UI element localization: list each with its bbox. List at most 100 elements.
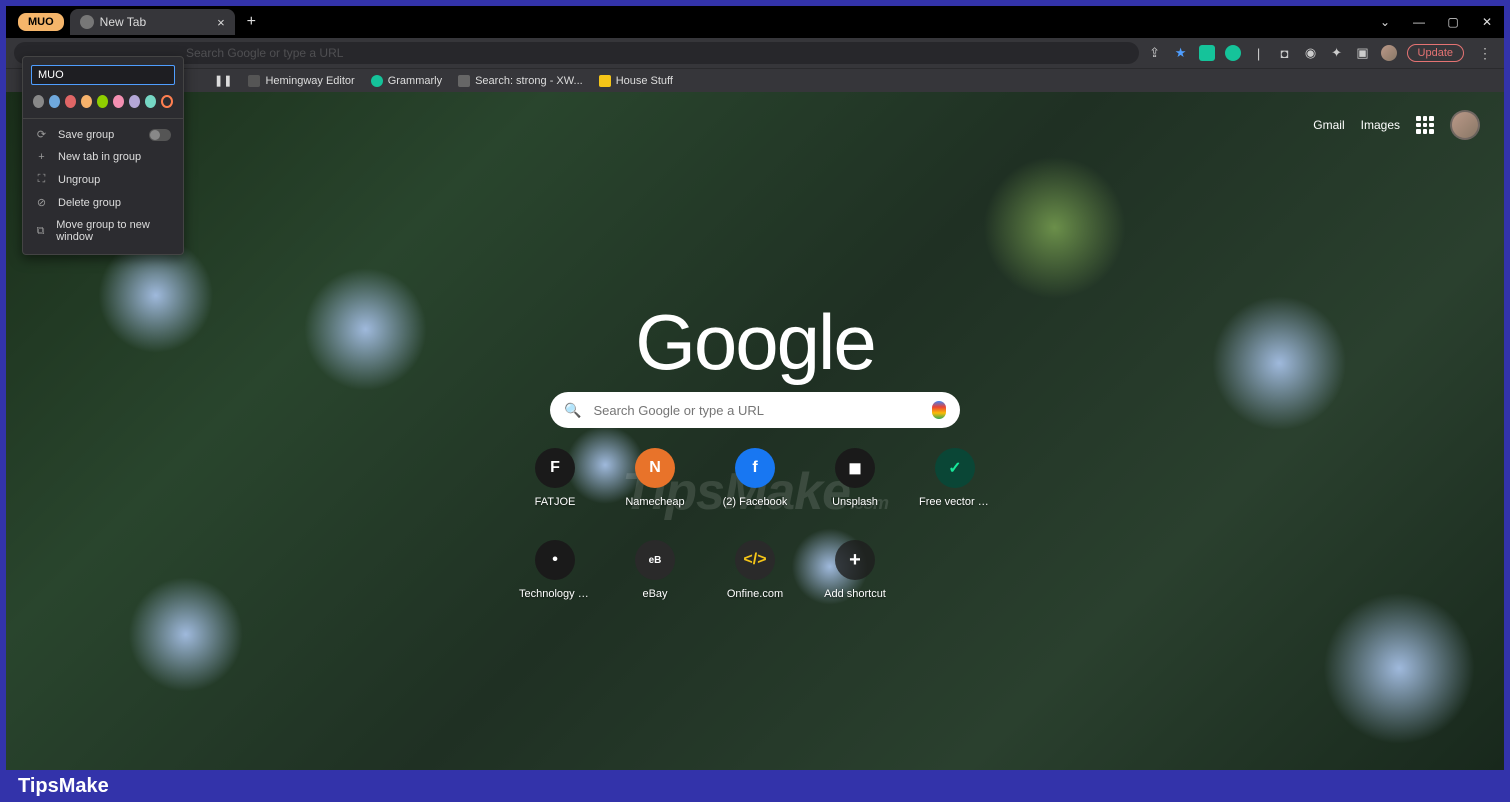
mic-icon[interactable] <box>932 401 946 419</box>
favicon-icon <box>80 15 94 29</box>
menu-label: Delete group <box>58 197 121 209</box>
new-tab-button[interactable]: + <box>247 13 256 31</box>
plus-icon: + <box>35 151 48 163</box>
shortcut-icon: • <box>535 540 575 580</box>
bookmark-item[interactable]: House Stuff <box>599 75 673 87</box>
titlebar: MUO New Tab × + ⌄ — ▢ ✕ <box>6 6 1504 38</box>
extensions-puzzle-icon[interactable]: ✦ <box>1329 45 1345 61</box>
search-box[interactable]: 🔍 <box>550 392 960 428</box>
shortcut-icon: F <box>535 448 575 488</box>
bookmarks-bar: ❚❚ Hemingway Editor Grammarly Search: st… <box>6 68 1504 92</box>
move-group-item[interactable]: ⧉ Move group to new window <box>23 214 183 248</box>
shortcut-item[interactable]: ✓Free vector ic... <box>919 448 991 508</box>
shortcut-icon: ◼ <box>835 448 875 488</box>
shortcut-label: eBay <box>642 588 667 600</box>
gmail-link[interactable]: Gmail <box>1313 118 1344 132</box>
shortcut-item[interactable]: eB eBay <box>635 540 675 600</box>
color-swatch[interactable] <box>113 95 124 108</box>
new-tab-page: Gmail Images Google 🔍 TipsMake.com FFATJ… <box>6 92 1504 770</box>
color-swatch[interactable] <box>97 95 108 108</box>
color-swatch[interactable] <box>145 95 156 108</box>
update-button[interactable]: Update <box>1407 44 1464 62</box>
delete-icon: ⊘ <box>35 196 48 209</box>
close-tab-icon[interactable]: × <box>217 15 225 30</box>
shortcut-label: Free vector ic... <box>919 496 991 508</box>
shortcuts-grid: F FATJOE N Namecheap f (2) Facebook ◼ Unsplash ✓… <box>505 448 1005 600</box>
color-swatch[interactable] <box>129 95 140 108</box>
search-input[interactable] <box>593 403 920 418</box>
top-links: Gmail Images <box>1313 110 1480 140</box>
avatar[interactable] <box>1450 110 1480 140</box>
search-icon: 🔍 <box>564 402 581 419</box>
new-tab-in-group-item[interactable]: + New tab in group <box>23 146 183 168</box>
shortcut-icon: N <box>635 448 675 488</box>
share-icon[interactable]: ⇪ <box>1147 45 1163 61</box>
menu-label: Move group to new window <box>56 219 171 243</box>
shortcut-label: FATJOE <box>535 496 576 508</box>
shortcut-label: (2) Facebook <box>723 496 788 508</box>
shortcut-item[interactable]: F FATJOE <box>535 448 576 508</box>
shortcut-icon: f <box>735 448 775 488</box>
toggle-switch[interactable] <box>149 129 171 141</box>
save-icon: ⟳ <box>35 128 48 141</box>
bookmark-item[interactable]: Hemingway Editor <box>248 75 354 87</box>
bookmark-label: Search: strong - XW... <box>475 75 583 87</box>
color-swatch[interactable] <box>81 95 92 108</box>
color-swatch[interactable] <box>49 95 60 108</box>
color-swatch[interactable] <box>33 95 44 108</box>
shortcut-label: Technology O... <box>519 588 591 600</box>
chevron-down-icon[interactable]: ⌄ <box>1368 8 1402 36</box>
tab-new-tab[interactable]: New Tab × <box>70 9 235 35</box>
color-swatch[interactable] <box>161 95 173 108</box>
images-link[interactable]: Images <box>1361 118 1400 132</box>
bookmark-item[interactable]: Grammarly <box>371 75 442 87</box>
google-logo: Google <box>635 297 875 388</box>
extension-icon[interactable]: ▣ <box>1355 45 1371 61</box>
tab-group-context-menu: ⟳ Save group + New tab in group ⛶ Ungrou… <box>22 56 184 255</box>
pause-icon[interactable]: ❚❚ <box>214 74 232 87</box>
shortcut-label: Unsplash <box>832 496 878 508</box>
omnibox-placeholder: Search Google or type a URL <box>186 46 343 60</box>
shortcut-item[interactable]: </> Onfine.com <box>727 540 783 600</box>
shortcut-item[interactable]: N Namecheap <box>625 448 684 508</box>
ungroup-item[interactable]: ⛶ Ungroup <box>23 168 183 191</box>
bookmark-item[interactable]: Search: strong - XW... <box>458 75 583 87</box>
maximize-icon[interactable]: ▢ <box>1436 8 1470 36</box>
profile-icon[interactable] <box>1381 45 1397 61</box>
delete-group-item[interactable]: ⊘ Delete group <box>23 191 183 214</box>
extension-icon[interactable]: ◘ <box>1277 45 1293 61</box>
shortcut-icon: </> <box>735 540 775 580</box>
shortcut-item[interactable]: • Technology O... <box>519 540 591 600</box>
shortcut-label: Add shortcut <box>824 588 886 600</box>
shortcut-icon: + <box>835 540 875 580</box>
tab-group-pill[interactable]: MUO <box>18 13 64 31</box>
bookmark-label: Hemingway Editor <box>265 75 354 87</box>
tab-title: New Tab <box>100 15 146 29</box>
star-icon[interactable]: ★ <box>1173 45 1189 61</box>
group-name-input[interactable] <box>31 65 175 85</box>
footer-label: TipsMake <box>18 775 109 798</box>
toolbar: Search Google or type a URL ⇪ ★ | ◘ ◉ ✦ … <box>6 38 1504 68</box>
shortcut-item[interactable]: f (2) Facebook <box>723 448 788 508</box>
ungroup-icon: ⛶ <box>35 173 48 186</box>
bookmark-label: House Stuff <box>616 75 673 87</box>
shortcut-label: Namecheap <box>625 496 684 508</box>
shortcut-label: Onfine.com <box>727 588 783 600</box>
menu-label: Save group <box>58 129 114 141</box>
shortcut-icon: eB <box>635 540 675 580</box>
extension-icon[interactable] <box>1225 45 1241 61</box>
shortcut-item[interactable]: ◼ Unsplash <box>832 448 878 508</box>
menu-dots-icon[interactable]: ⋮ <box>1474 45 1496 62</box>
extension-icon[interactable]: ◉ <box>1303 45 1319 61</box>
menu-label: Ungroup <box>58 174 100 186</box>
color-swatch[interactable] <box>65 95 76 108</box>
browser-window: MUO New Tab × + ⌄ — ▢ ✕ Search Google or… <box>6 6 1504 770</box>
close-icon[interactable]: ✕ <box>1470 8 1504 36</box>
divider-icon: | <box>1251 45 1267 61</box>
shortcut-item[interactable]: + Add shortcut <box>824 540 886 600</box>
apps-grid-icon[interactable] <box>1416 116 1434 134</box>
extension-icon[interactable] <box>1199 45 1215 61</box>
minimize-icon[interactable]: — <box>1402 8 1436 36</box>
menu-label: New tab in group <box>58 151 141 163</box>
save-group-item[interactable]: ⟳ Save group <box>23 123 183 146</box>
